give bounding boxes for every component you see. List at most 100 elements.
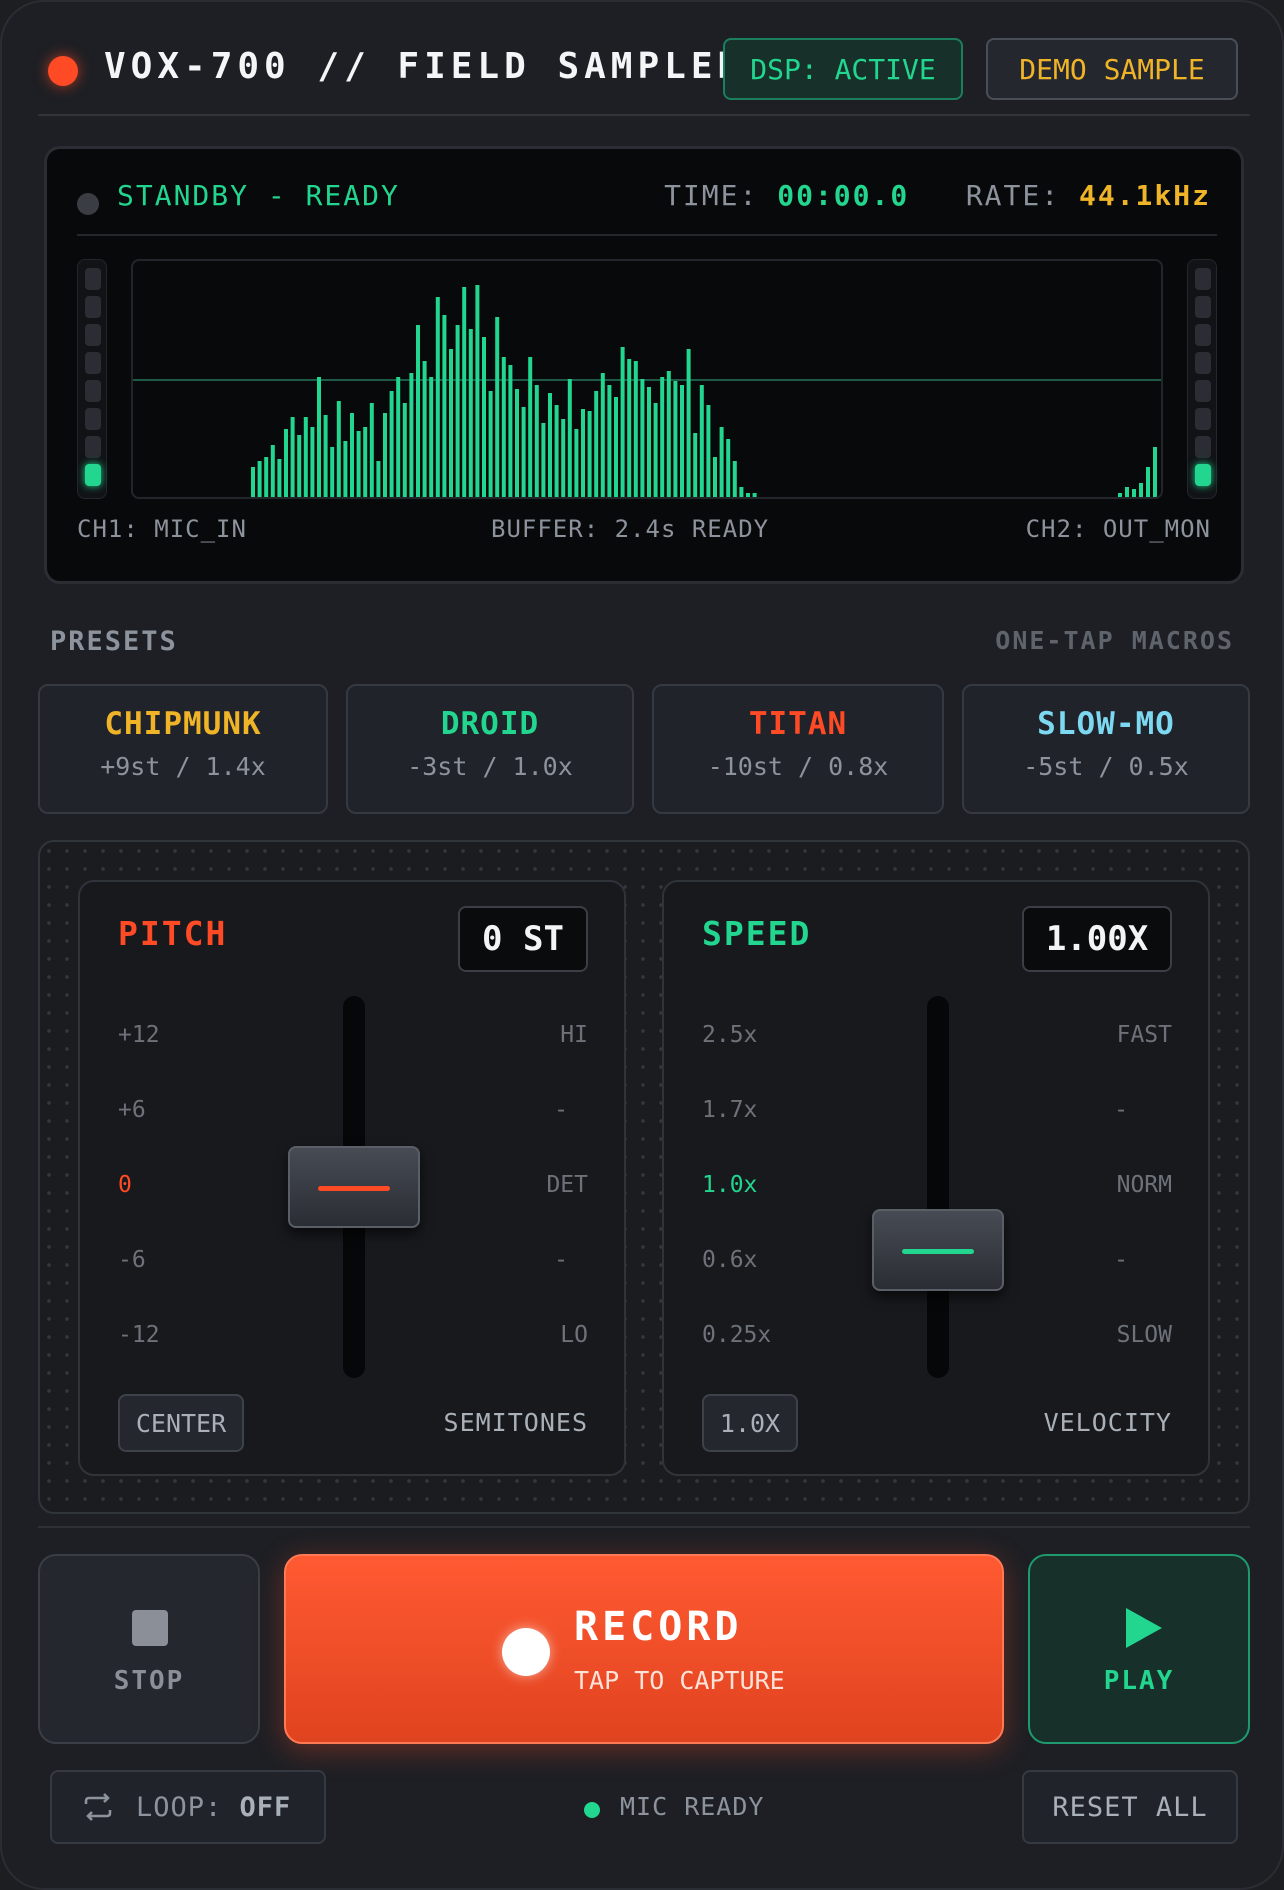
preset-name: TITAN — [748, 706, 848, 742]
waveform-bar — [693, 433, 698, 497]
waveform-bar — [508, 365, 513, 497]
pitch-center-button[interactable]: CENTER — [118, 1394, 244, 1452]
waveform-bar — [277, 459, 282, 497]
waveform-bar — [482, 337, 486, 497]
pitch-scale-mark: -6 — [118, 1247, 146, 1273]
waveform-bar — [468, 329, 473, 497]
status-indicator-dot — [77, 193, 99, 215]
speed-panel: SPEED 1.00X 2.5x 1.7x 1.0x 0.6x 0.25x FA… — [662, 880, 1210, 1476]
meter-segment — [85, 464, 101, 486]
meter-segment — [85, 296, 101, 318]
pitch-scale-mark: -12 — [118, 1322, 160, 1348]
loop-toggle-button[interactable]: LOOP: OFF — [50, 1770, 326, 1844]
pitch-scale-tag: - — [554, 1097, 568, 1123]
loop-state: OFF — [239, 1791, 292, 1823]
waveform-bar — [660, 377, 665, 497]
waveform-bar — [732, 461, 737, 497]
waveform-bar — [495, 317, 500, 497]
pitch-unit-label: SEMITONES — [443, 1408, 588, 1437]
speed-scale-tag: FAST — [1116, 1022, 1172, 1048]
waveform-bar — [548, 393, 552, 497]
waveform-bar — [521, 407, 526, 497]
pitch-value-display: 0 ST — [458, 906, 588, 972]
waveform-bar — [435, 297, 440, 497]
waveform-bar — [574, 429, 579, 497]
channel-2-label: CH2: OUT_MON — [1025, 515, 1211, 543]
meter-segment — [1195, 268, 1211, 290]
waveform-bar — [726, 439, 731, 497]
waveform-bar — [416, 325, 420, 497]
loop-icon — [84, 1793, 112, 1821]
channel-1-label: CH1: MIC_IN — [77, 515, 247, 543]
waveform-bar — [686, 349, 691, 497]
waveform-bar — [350, 413, 354, 497]
speed-reset-button[interactable]: 1.0X — [702, 1394, 798, 1452]
waveform-bar — [442, 315, 447, 497]
pitch-scale-mark: 0 — [118, 1172, 132, 1198]
waveform-bar — [528, 357, 533, 497]
waveform-bar — [290, 417, 295, 497]
waveform-bar — [640, 379, 645, 497]
waveform-bar — [752, 493, 757, 497]
preset-slow-mo-button[interactable]: SLOW-MO -5st / 0.5x — [962, 684, 1250, 814]
waveform-bar — [594, 391, 599, 497]
time-rate-readout: TIME: 00:00.0 RATE: 44.1kHz — [664, 179, 1211, 212]
stop-button[interactable]: STOP — [38, 1554, 260, 1744]
waveform-bar — [567, 379, 572, 497]
buffer-status: BUFFER: 2.4s READY — [491, 515, 770, 543]
preset-chipmunk-button[interactable]: CHIPMUNK +9st / 1.4x — [38, 684, 328, 814]
pitch-panel: PITCH 0 ST +12 +6 0 -6 -12 HI - DET - LO… — [78, 880, 626, 1476]
waveform-bar — [1118, 493, 1122, 497]
preset-droid-button[interactable]: DROID -3st / 1.0x — [346, 684, 634, 814]
waveform-bar — [746, 493, 750, 497]
speed-fader-track[interactable] — [927, 996, 949, 1378]
meter-segment — [85, 324, 101, 346]
speed-unit-label: VELOCITY — [1043, 1408, 1172, 1437]
preset-value: -5st / 0.5x — [1023, 752, 1189, 781]
reset-all-button[interactable]: RESET ALL — [1022, 1770, 1238, 1844]
time-value: 00:00.0 — [777, 179, 910, 212]
transport-divider — [38, 1526, 1250, 1528]
record-button[interactable]: RECORD TAP TO CAPTURE — [284, 1554, 1004, 1744]
waveform-bar — [561, 419, 566, 497]
waveform-bar — [1139, 483, 1143, 497]
speed-scale-tag: - — [1114, 1097, 1128, 1123]
demo-sample-button[interactable]: DEMO SAMPLE — [986, 38, 1238, 100]
pitch-fader-handle[interactable] — [288, 1146, 420, 1228]
meter-segment — [85, 408, 101, 430]
mic-ready-dot — [584, 1801, 600, 1818]
preset-name: CHIPMUNK — [104, 706, 262, 742]
record-status-led — [48, 56, 78, 86]
speed-fader-handle[interactable] — [872, 1209, 1004, 1291]
waveform-bar — [488, 391, 493, 497]
preset-titan-button[interactable]: TITAN -10st / 0.8x — [652, 684, 944, 814]
waveform-bar — [647, 387, 651, 497]
waveform-bar — [369, 403, 374, 497]
speed-scale-mark: 0.6x — [702, 1247, 758, 1273]
waveform-bar — [462, 287, 467, 497]
pitch-scale-mark: +6 — [118, 1097, 146, 1123]
pitch-label: PITCH — [118, 914, 228, 953]
waveform-bar — [449, 349, 453, 497]
record-icon — [502, 1628, 550, 1676]
record-sublabel: TAP TO CAPTURE — [574, 1666, 785, 1695]
meter-segment — [85, 436, 101, 458]
fader-section: PITCH 0 ST +12 +6 0 -6 -12 HI - DET - LO… — [38, 840, 1250, 1514]
waveform-bar — [455, 325, 460, 497]
waveform-bar — [587, 411, 592, 497]
dsp-status-badge[interactable]: DSP: ACTIVE — [723, 38, 963, 100]
sampler-device: VOX-700 // FIELD SAMPLER DSP: ACTIVE DEM… — [0, 0, 1284, 1890]
stop-icon — [132, 1610, 168, 1646]
play-button[interactable]: PLAY — [1028, 1554, 1250, 1744]
waveform-display — [131, 259, 1163, 499]
waveform-bar — [699, 385, 704, 497]
preset-value: -3st / 1.0x — [407, 752, 573, 781]
waveform-bar — [303, 417, 308, 497]
meter-segment — [1195, 408, 1211, 430]
waveform-svg — [133, 285, 1161, 497]
waveform-bar — [614, 397, 618, 497]
meter-segment — [85, 352, 101, 374]
waveform-bar — [317, 377, 321, 497]
speed-scale-mark: 0.25x — [702, 1322, 772, 1348]
waveform-bar — [376, 461, 381, 497]
